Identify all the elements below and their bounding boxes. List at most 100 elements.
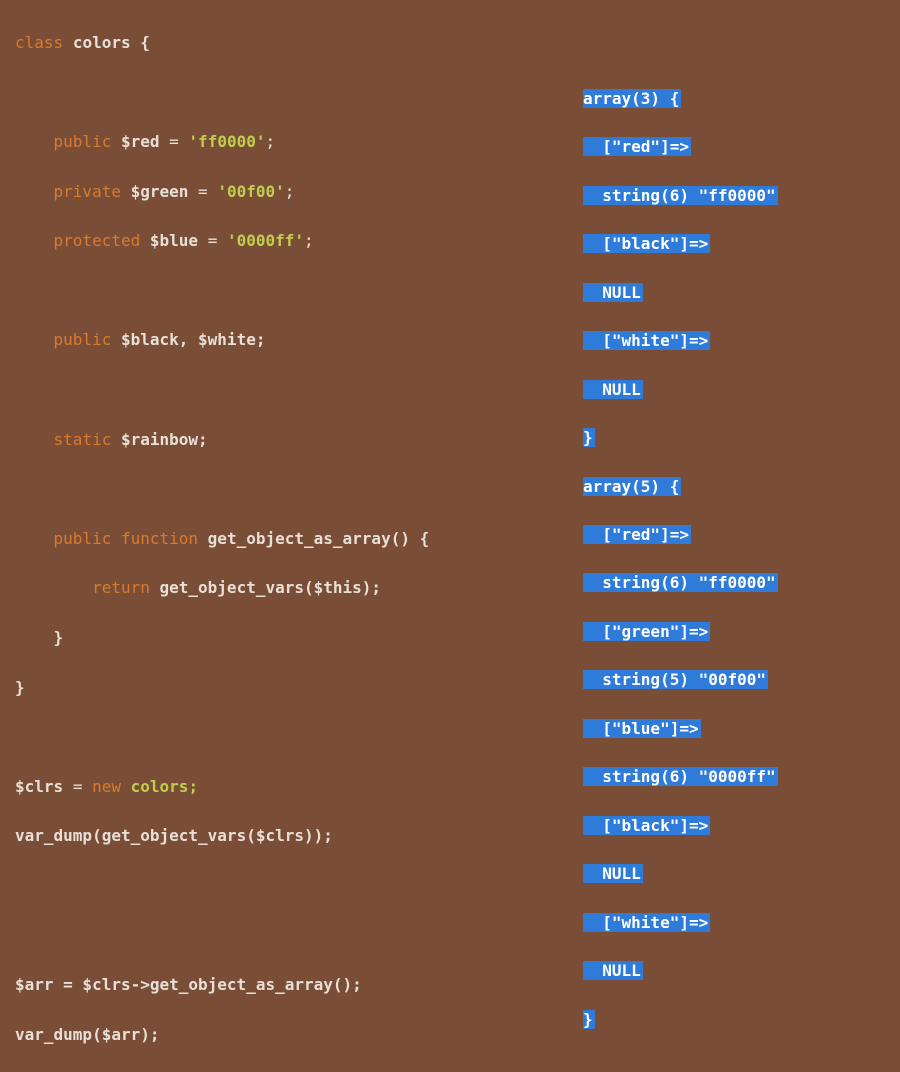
code-line[interactable]: protected $blue = '0000ff'; [15,229,429,254]
var-blue: $blue [150,231,198,250]
args: ($this); [304,578,381,597]
output-line[interactable]: array(5) { [583,475,778,499]
semi: ; [265,132,275,151]
keyword-function: function [121,529,198,548]
output-panel[interactable]: array(3) { ["red"]=> string(6) "ff0000" … [583,62,778,1056]
selected-text: ["white"]=> [583,913,710,932]
selected-text: ["white"]=> [583,331,710,350]
output-line[interactable]: } [583,1008,778,1032]
keyword-public: public [54,330,112,349]
selected-text: string(6) "0000ff" [583,767,778,786]
output-line[interactable]: string(6) "ff0000" [583,184,778,208]
output-line[interactable]: ["green"]=> [583,620,778,644]
eq: = [73,777,83,796]
output-line[interactable]: ["white"]=> [583,911,778,935]
output-line[interactable]: array(3) { [583,87,778,111]
class-name: colors [73,33,131,52]
selected-text: NULL [583,961,643,980]
method-name: get_object_as_array [208,529,391,548]
code-line[interactable]: $arr = $clrs->get_object_as_array(); [15,973,429,998]
code-line[interactable]: public $black, $white; [15,328,429,353]
output-line[interactable]: } [583,426,778,450]
var-red: $red [121,132,160,151]
code-line[interactable] [15,923,429,948]
selected-text: } [583,428,595,447]
string-literal: 'ff0000' [188,132,265,151]
paren: ( [92,826,102,845]
output-line[interactable]: ["black"]=> [583,232,778,256]
string-literal: '0000ff' [227,231,304,250]
output-line[interactable]: NULL [583,862,778,886]
selected-text: NULL [583,380,643,399]
output-line[interactable]: NULL [583,959,778,983]
code-line[interactable]: $clrs = new colors; [15,775,429,800]
code-line[interactable]: } [15,626,429,651]
code-line[interactable]: class colors { [15,31,429,56]
code-line[interactable]: return get_object_vars($this); [15,576,429,601]
class-ref: colors; [131,777,198,796]
output-line[interactable]: ["red"]=> [583,523,778,547]
keyword-public: public [54,529,112,548]
output-line[interactable]: ["black"]=> [583,814,778,838]
brace: { [140,33,150,52]
output-line[interactable]: ["blue"]=> [583,717,778,741]
code-line[interactable] [15,80,429,105]
selected-text: string(6) "ff0000" [583,573,778,592]
semi: ; [285,182,295,201]
call-var-dump: var_dump [15,826,92,845]
paren: () { [391,529,430,548]
code-line[interactable]: } [15,676,429,701]
selected-text: array(3) { [583,89,681,108]
keyword-return: return [92,578,150,597]
var-clrs: $clrs [15,777,63,796]
brace: } [15,678,25,697]
semi: ; [304,231,314,250]
selected-text: string(5) "00f00" [583,670,768,689]
call-get-object-as-array: get_object_as_array [150,975,333,994]
tail: (); [333,975,362,994]
code-editor[interactable]: class colors { public $red = 'ff0000'; p… [15,6,429,1072]
code-line[interactable] [15,874,429,899]
code-line[interactable]: public $red = 'ff0000'; [15,130,429,155]
code-line[interactable] [15,279,429,304]
output-line[interactable]: string(5) "00f00" [583,668,778,692]
code-line[interactable]: static $rainbow; [15,428,429,453]
vars-black-white: $black, $white; [121,330,266,349]
selected-text: NULL [583,864,643,883]
selected-text: ["green"]=> [583,622,710,641]
brace: } [54,628,64,647]
code-line[interactable]: public function get_object_as_array() { [15,527,429,552]
selected-text: ["blue"]=> [583,719,701,738]
code-line[interactable] [15,477,429,502]
call-get-object-vars: get_object_vars [102,826,247,845]
var-green: $green [131,182,189,201]
output-line[interactable]: NULL [583,378,778,402]
output-line[interactable]: ["white"]=> [583,329,778,353]
output-line[interactable]: string(6) "ff0000" [583,571,778,595]
call-get-object-vars: get_object_vars [160,578,305,597]
code-line[interactable]: var_dump($arr); [15,1023,429,1048]
selected-text: NULL [583,283,643,302]
code-line[interactable] [15,725,429,750]
call-var-dump: var_dump [15,1025,92,1044]
selected-text: array(5) { [583,477,681,496]
code-line[interactable]: private $green = '00f00'; [15,180,429,205]
output-line[interactable]: string(6) "0000ff" [583,765,778,789]
args: ($clrs)); [246,826,333,845]
output-line[interactable]: NULL [583,281,778,305]
output-line[interactable]: ["red"]=> [583,135,778,159]
keyword-new: new [92,777,121,796]
selected-text: ["black"]=> [583,234,710,253]
selected-text: ["red"]=> [583,137,691,156]
code-line[interactable] [15,378,429,403]
keyword-private: private [54,182,121,201]
keyword-protected: protected [54,231,141,250]
code-line[interactable]: var_dump(get_object_vars($clrs)); [15,824,429,849]
selected-text: } [583,1010,595,1029]
keyword-class: class [15,33,63,52]
eq: = [198,182,208,201]
eq: = [208,231,218,250]
string-literal: '00f00' [217,182,284,201]
selected-text: string(6) "ff0000" [583,186,778,205]
selected-text: ["black"]=> [583,816,710,835]
